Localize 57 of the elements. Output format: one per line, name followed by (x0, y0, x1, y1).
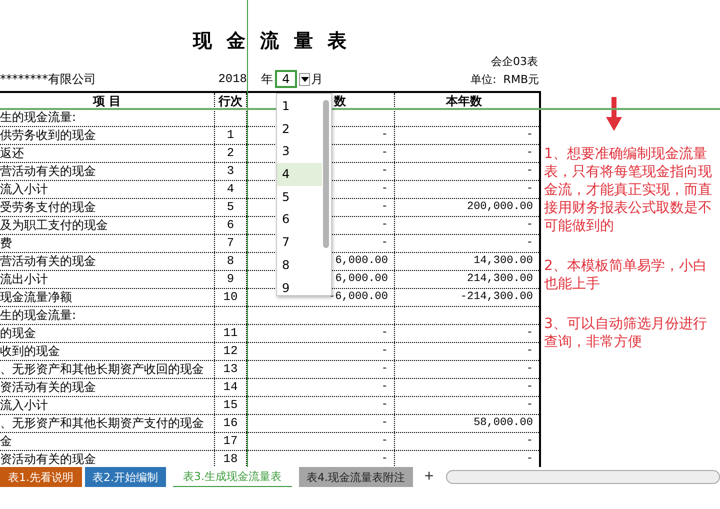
table-cell: 受劳务支付的现金 (0, 199, 215, 216)
table-cell-text: - (525, 236, 534, 251)
note-text: 2、本模板简单易学，小白也能上手 (544, 257, 708, 293)
table-cell: 现金流量净额 (0, 289, 215, 306)
table-cell: 供劳务收到的现金 (0, 127, 215, 144)
section-label: 生的现金流量: (0, 307, 215, 324)
year-label: 年 (261, 70, 274, 88)
table-cell: 、无形资产和其他长期资产收回的现金 (0, 361, 215, 378)
note-text: 1、想要准确编制现金流量表，只有将每笔现金指向现金流，才能真正实现，而直接用财务报表公式取数是不可能做到的 (544, 145, 713, 235)
table-cell-text: - (525, 128, 534, 143)
down-arrow-icon (606, 97, 622, 131)
table-cell: 返还 (0, 145, 215, 162)
sheet-tab[interactable]: 表2.开始编制 (84, 467, 166, 487)
table-cell-text: - (525, 164, 534, 179)
table-cell-text: - (525, 344, 534, 359)
table-cell-text: -214,300.00 (459, 290, 534, 305)
horizontal-scrollbar[interactable] (446, 470, 720, 484)
table-cell-text: 58,000.00 (472, 416, 534, 431)
table-cell-text: - (525, 182, 534, 197)
company-name: ********有限公司 (0, 70, 97, 88)
table-cell: 营活动有关的现金 (0, 163, 215, 180)
table-cell-text: 214,300.00 (466, 272, 534, 287)
month-label: 月 (311, 70, 323, 88)
table-cell: 金 (0, 433, 215, 450)
column-header: 本年数 (444, 93, 483, 109)
table-cell: 营活动有关的现金 (0, 253, 215, 270)
table-cell: 的现金 (0, 325, 215, 342)
table-cell: 资活动有关的现金 (0, 379, 215, 396)
year-value: 2018 (217, 72, 247, 86)
table-cell: 流出小计 (0, 271, 215, 288)
month-cell[interactable]: 4 (275, 70, 297, 88)
form-number: 会企03表 (491, 54, 538, 69)
note-text: 3、可以自动筛选月份进行查询，非常方便 (544, 315, 708, 351)
table-cell-text: - (525, 398, 534, 413)
dropdown-option[interactable]: 4 (277, 163, 322, 186)
table-cell-text: - (525, 452, 534, 467)
table-cell-text: 200,000.00 (466, 200, 534, 215)
table-cell-text: - (525, 326, 534, 341)
unit-label: 单位: RMB元 (470, 72, 540, 86)
table-cell: 收到的现金 (0, 343, 215, 360)
table-cell-text: 14,300.00 (472, 254, 534, 269)
table-cell-text: - (525, 380, 534, 395)
sheet-tab[interactable]: 表1.先看说明 (0, 467, 82, 487)
table-cell: 流入小计 (0, 181, 215, 198)
table-cell-text: - (525, 146, 534, 161)
table-cell: 及为职工支付的现金 (0, 217, 215, 234)
sheet-tab[interactable]: 表4.现金流量表附注 (298, 467, 413, 487)
table-cell: 费 (0, 235, 215, 252)
table-cell: 、无形资产和其他长期资产支付的现金 (0, 415, 215, 432)
scrollbar-thumb[interactable] (323, 100, 329, 248)
table-cell-text: - (525, 362, 534, 377)
dropdown-button[interactable] (299, 72, 310, 86)
table-cell-text: - (525, 218, 534, 233)
caret-icon (300, 76, 308, 82)
sheet-title: 现 金 流 量 表 (193, 30, 350, 54)
table-cell: 流入小计 (0, 397, 215, 414)
table-cell-text: - (525, 434, 534, 449)
